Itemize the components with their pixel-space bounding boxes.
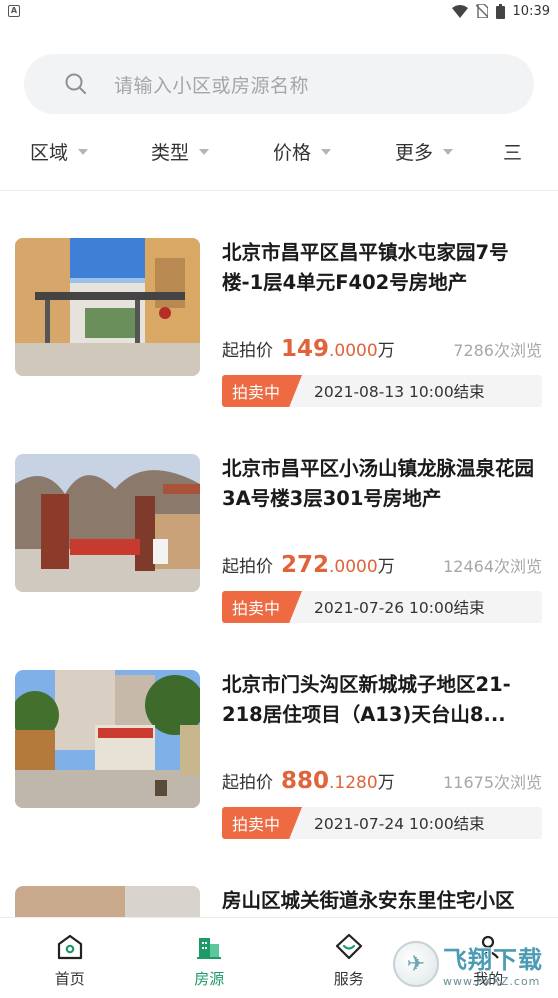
property-photo <box>15 886 200 917</box>
end-time: 2021-07-24 10:00结束 <box>314 815 485 833</box>
end-time: 2021-07-26 10:00结束 <box>314 599 485 617</box>
wifi-icon <box>451 4 468 18</box>
property-photo <box>15 454 200 592</box>
listing-title: 北京市门头沟区新城城子地区21-218居住项目（A13)天台山8... <box>222 673 511 726</box>
filter-label: 价格 <box>273 142 312 164</box>
nav-label: 服务 <box>333 970 364 988</box>
search-input[interactable]: 请输入小区或房源名称 <box>24 54 534 114</box>
filter-label: 更多 <box>395 142 434 164</box>
price-unit: 万 <box>377 557 395 577</box>
price-label: 起拍价 <box>222 773 273 793</box>
filter-label: 类型 <box>151 142 190 164</box>
auction-status-row: 拍卖中 2021-07-26 10:00结束 <box>222 591 542 623</box>
watermark-logo: ✈ 飞翔下载 www.FXXZ.com <box>393 936 553 992</box>
listing-item[interactable]: 北京市昌平区小汤山镇龙脉温泉花园3A号楼3层301号房地产 起拍价 272 .0… <box>0 454 558 634</box>
watermark-url: www.FXXZ.com <box>443 975 541 988</box>
filter-more[interactable]: 更多 <box>395 138 454 165</box>
property-photo <box>15 238 200 376</box>
listing-title: 房山区城关街道永安东里住宅小区 <box>222 889 515 912</box>
nav-label: 房源 <box>194 970 225 988</box>
caret-down-icon <box>321 148 332 155</box>
status-bar: A 10:39 <box>0 0 558 22</box>
price-label: 起拍价 <box>222 341 273 361</box>
price-decimal: .0000 <box>329 557 378 577</box>
search-placeholder: 请输入小区或房源名称 <box>114 74 310 97</box>
price-integer: 272 <box>281 552 330 578</box>
listing-item[interactable]: 北京市门头沟区新城城子地区21-218居住项目（A13)天台山8... 起拍价 … <box>0 670 558 850</box>
listing-item[interactable]: 房山区城关街道永安东里住宅小区 <box>0 886 558 917</box>
listing-title: 北京市昌平区小汤山镇龙脉温泉花园3A号楼3层301号房地产 <box>222 457 535 510</box>
price-integer: 880 <box>281 768 330 794</box>
view-count: 7286次浏览 <box>453 341 542 360</box>
status-badge: 拍卖中 <box>222 807 302 839</box>
price-integer: 149 <box>281 336 330 362</box>
status-badge: 拍卖中 <box>222 591 302 623</box>
filter-label: 区域 <box>30 142 69 164</box>
filter-label: 三 <box>503 142 523 164</box>
auction-status-row: 拍卖中 2021-08-13 10:00结束 <box>222 375 542 407</box>
buildings-icon <box>197 938 222 959</box>
auction-status-row: 拍卖中 2021-07-24 10:00结束 <box>222 807 542 839</box>
price-decimal: .1280 <box>329 773 378 793</box>
price-unit: 万 <box>377 341 395 361</box>
listing-item[interactable]: 北京市昌平区昌平镇水屯家园7号楼-1层4单元F402号房地产 起拍价 149 .… <box>0 238 558 418</box>
notification-icon: A <box>8 5 20 17</box>
battery-icon <box>495 3 505 19</box>
listing-title: 北京市昌平区昌平镇水屯家园7号楼-1层4单元F402号房地产 <box>222 241 509 294</box>
nav-label: 首页 <box>54 970 85 988</box>
filter-bar: 区域 类型 价格 更多 三 <box>0 134 558 170</box>
caret-down-icon <box>78 148 89 155</box>
price-unit: 万 <box>377 773 395 793</box>
home-icon <box>57 934 82 960</box>
caret-down-icon <box>199 148 210 155</box>
filter-type[interactable]: 类型 <box>151 138 210 165</box>
price-row: 起拍价 272 .0000 万 12464次浏览 <box>222 552 542 582</box>
nav-listings[interactable]: 房源 <box>140 918 280 998</box>
view-count: 11675次浏览 <box>443 773 542 792</box>
status-badge: 拍卖中 <box>222 375 302 407</box>
search-icon <box>65 73 86 94</box>
filter-price[interactable]: 价格 <box>273 138 332 165</box>
filter-region[interactable]: 区域 <box>30 138 89 165</box>
price-row: 起拍价 149 .0000 万 7286次浏览 <box>222 336 542 366</box>
no-sim-icon <box>475 4 488 18</box>
caret-down-icon <box>443 148 454 155</box>
divider <box>0 190 558 191</box>
end-time: 2021-08-13 10:00结束 <box>314 383 485 401</box>
service-icon <box>335 933 362 960</box>
nav-home[interactable]: 首页 <box>0 918 140 998</box>
price-decimal: .0000 <box>329 341 378 361</box>
price-label: 起拍价 <box>222 557 273 577</box>
view-count: 12464次浏览 <box>443 557 542 576</box>
watermark-emblem-icon: ✈ <box>393 941 439 987</box>
clock: 10:39 <box>512 3 550 19</box>
price-row: 起拍价 880 .1280 万 11675次浏览 <box>222 768 542 798</box>
property-photo <box>15 670 200 808</box>
filter-extra[interactable]: 三 <box>503 138 522 165</box>
watermark-title: 飞翔下载 <box>443 946 543 974</box>
